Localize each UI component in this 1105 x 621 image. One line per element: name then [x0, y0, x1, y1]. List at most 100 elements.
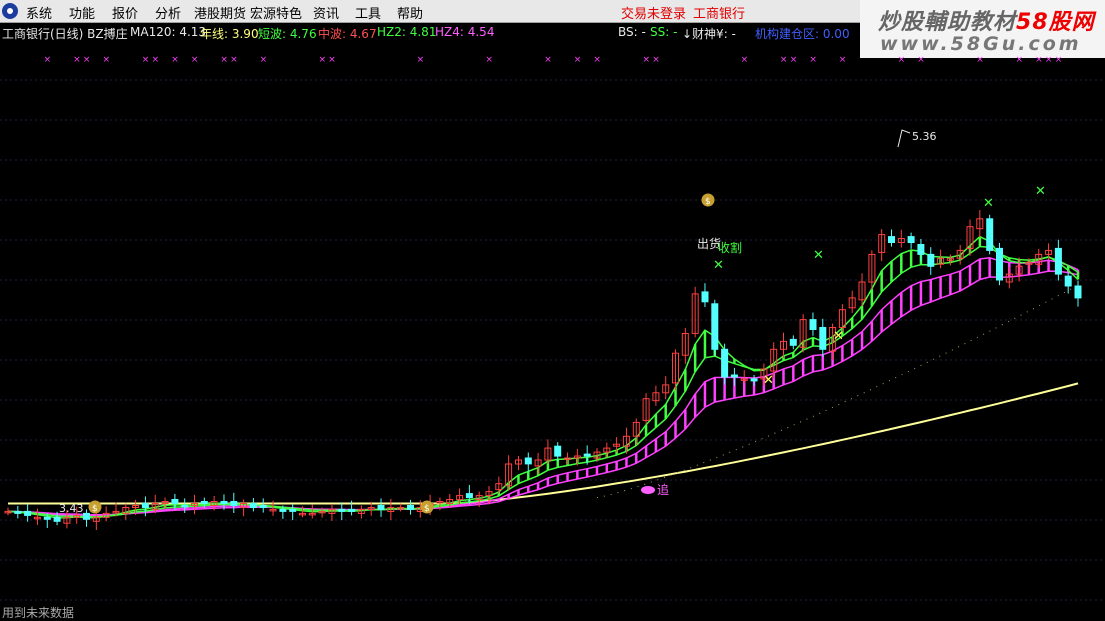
high-price-label: 5.36 [912, 130, 937, 143]
candle-body [996, 247, 1003, 281]
high-pointer-line [897, 129, 911, 148]
candle-body [279, 508, 287, 512]
mid-wave-value: 中波: 4.67 [318, 27, 377, 41]
signal-markers-row: × × × × × × × × × × × × × × × × × × × × × × × × × × × × × × × × [44, 55, 1063, 65]
signal-marker: × [652, 55, 660, 65]
trade-login-status[interactable]: 交易未登录 [621, 3, 686, 22]
year-line [8, 284, 1079, 505]
candle-body [524, 457, 532, 465]
candle-body [43, 516, 51, 520]
candle-body [750, 378, 758, 382]
watermark-brand: 58股网 [1016, 10, 1095, 35]
signal-marker: × [790, 55, 798, 65]
magenta-band-bottom [7, 270, 1079, 516]
signal-marker: × [152, 55, 160, 65]
signal-marker: × [574, 55, 582, 65]
menu-info[interactable]: 资讯 [313, 3, 339, 22]
signal-marker: × [593, 55, 601, 65]
candle-body [554, 445, 562, 457]
signal-marker: × [171, 55, 179, 65]
app-logo-icon[interactable] [2, 3, 18, 19]
signal-marker: × [73, 55, 81, 65]
signal-marker: × [976, 55, 984, 65]
stock-name-label: 工商银行 [693, 7, 746, 22]
candle-body [819, 327, 827, 350]
menu-quote[interactable]: 报价 [112, 3, 138, 22]
candle-body [53, 516, 61, 522]
candle-body [289, 508, 297, 512]
money-sign: $ [92, 504, 98, 514]
harvest-label: 收割 [718, 240, 742, 255]
signal-marker: × [809, 55, 817, 65]
candle-body [83, 512, 90, 520]
sell-cross-icon: ✕ [983, 196, 994, 211]
candle-body [141, 503, 149, 508]
menu-analysis[interactable]: 分析 [155, 3, 181, 22]
chart-title: 工商银行(日线) BZ搏庄 [2, 27, 128, 41]
candle-body [917, 244, 925, 255]
signal-marker: × [1045, 55, 1053, 65]
candle-body [407, 505, 414, 510]
candle-body [259, 505, 267, 508]
candle-body [181, 505, 189, 508]
year-line-value: 年线: 3.90 [200, 27, 259, 41]
candle-body [1054, 247, 1062, 275]
candle-body [730, 374, 738, 378]
menu-hk-futures[interactable]: 港股期货 [194, 3, 246, 22]
build-zone-value: 机构建仓区: 0.00 [755, 27, 850, 41]
candle-body [721, 348, 729, 378]
menu-hongyuan[interactable]: 宏源特色 [250, 3, 302, 22]
signal-marker: × [898, 55, 906, 65]
sell-cross-icon: ✕ [713, 258, 724, 273]
candle-body [986, 218, 994, 251]
candle-body [583, 453, 591, 457]
chase-icon [641, 486, 655, 494]
signal-marker: × [44, 55, 52, 65]
ma120-value: MA120: 4.13 [130, 25, 207, 39]
signal-marker: × [230, 55, 238, 65]
signal-marker: × [417, 55, 425, 65]
candle-body [377, 505, 385, 510]
candle-body [789, 338, 797, 346]
ss-value: SS: - [650, 25, 678, 39]
menu-help[interactable]: 帮助 [397, 3, 423, 22]
signal-marker: × [741, 55, 749, 65]
candle-body [711, 303, 719, 350]
candle-body [249, 503, 257, 508]
signal-marker: × [642, 55, 650, 65]
menu-tools[interactable]: 工具 [355, 3, 381, 22]
menu-function[interactable]: 功能 [69, 3, 95, 22]
short-wave-value: 短波: 4.76 [258, 27, 317, 41]
candle-body [907, 236, 915, 244]
sell-cross-icon: ✕ [813, 248, 824, 263]
signal-marker: × [103, 55, 111, 65]
money-sign: $ [424, 504, 430, 514]
candle-body [927, 253, 935, 267]
year-line-path [8, 382, 1079, 505]
signal-marker: × [917, 55, 925, 65]
candle-body [888, 236, 895, 244]
sell-cross-icon: ✕ [1035, 184, 1046, 199]
candle-body [171, 499, 179, 504]
hz2-value: HZ2: 4.81 [377, 25, 437, 39]
signal-marker: × [318, 55, 326, 65]
candle-body [1064, 275, 1072, 287]
kline-chart[interactable]: × × × × × × × × × × × × × × × × × × × × × × × × × × × × × × × × $ $$✕✕✕✕… [0, 42, 1105, 602]
signal-marker: × [83, 55, 91, 65]
candle-body [1074, 285, 1082, 299]
candle-body [809, 319, 817, 331]
menu-system[interactable]: 系统 [26, 3, 52, 22]
signal-marker: × [328, 55, 336, 65]
signal-marker: × [220, 55, 228, 65]
signal-marker: × [544, 55, 552, 65]
low-price-label: 3.43 [59, 502, 84, 515]
signal-marker: × [191, 55, 199, 65]
candle-body [220, 501, 228, 504]
candle-body [230, 501, 238, 506]
magenta-band [7, 257, 1080, 517]
candle-body [465, 493, 473, 499]
signal-marker: × [485, 55, 493, 65]
green-band-top [7, 235, 1079, 519]
candle-body [200, 501, 208, 504]
signal-marker: × [1055, 55, 1063, 65]
